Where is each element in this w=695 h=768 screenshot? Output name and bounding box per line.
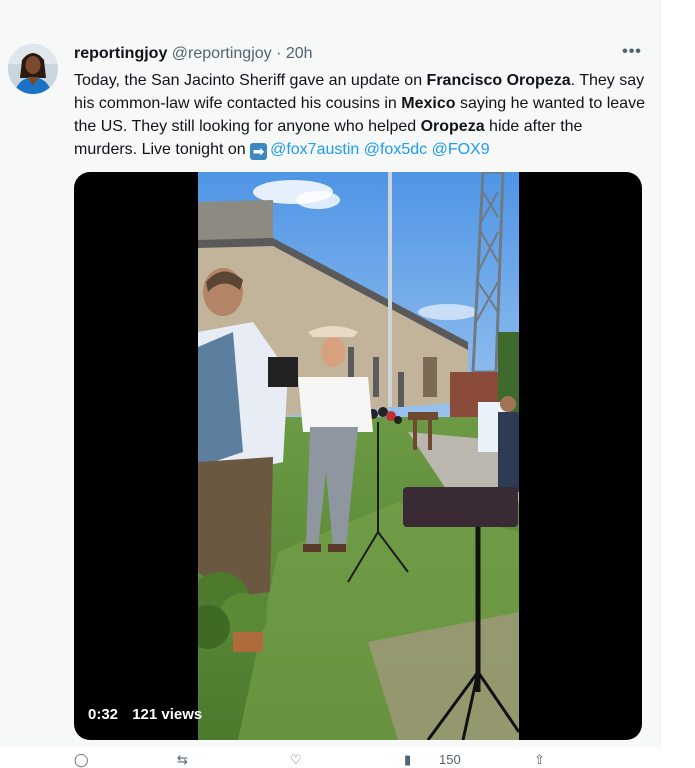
views-count: 150 xyxy=(439,752,461,767)
timeline-top-divider xyxy=(0,0,660,15)
retweet-icon[interactable]: ⇆ xyxy=(177,752,188,768)
video-frame xyxy=(198,172,519,740)
timestamp[interactable]: 20h xyxy=(286,45,313,62)
tweet-header: reportingjoy @reportingjoy · 20h xyxy=(74,44,313,64)
mention-fox5dc[interactable]: @fox5dc xyxy=(364,141,427,158)
tweet-actions: ◯ ⇆ ♡ ▮ 150 ⇧ xyxy=(74,752,649,767)
mention-fox9[interactable]: @FOX9 xyxy=(432,141,490,158)
text-part: Today, the San Jacinto Sheriff gave an u… xyxy=(74,72,427,89)
user-handle[interactable]: @reportingjoy xyxy=(172,45,272,62)
avatar[interactable] xyxy=(8,44,58,94)
highlighted-country: Mexico xyxy=(401,95,456,112)
separator: · xyxy=(276,45,282,62)
highlighted-name-short: Oropeza xyxy=(420,118,485,135)
right-arrow-emoji: ➡ xyxy=(250,143,268,160)
tweet[interactable]: reportingjoy @reportingjoy · 20h ••• Tod… xyxy=(0,14,660,767)
video-duration: 0:32 xyxy=(88,706,119,723)
video-views: 121 views xyxy=(132,706,203,723)
tweet-text: Today, the San Jacinto Sheriff gave an u… xyxy=(74,69,649,161)
video-player[interactable]: 0:32 121 views xyxy=(74,172,642,740)
reply-icon[interactable]: ◯ xyxy=(74,752,89,768)
right-column-edge xyxy=(660,0,695,747)
video-meta: 0:32 121 views xyxy=(88,704,212,726)
more-dots-icon[interactable]: ••• xyxy=(620,44,644,64)
share-icon[interactable]: ⇧ xyxy=(534,752,545,768)
highlighted-name: Francisco Oropeza xyxy=(426,72,571,89)
mention-fox7austin[interactable]: @fox7austin xyxy=(270,141,359,158)
views-icon[interactable]: ▮ xyxy=(404,752,411,768)
heart-icon[interactable]: ♡ xyxy=(290,752,302,768)
display-name[interactable]: reportingjoy xyxy=(74,45,167,62)
